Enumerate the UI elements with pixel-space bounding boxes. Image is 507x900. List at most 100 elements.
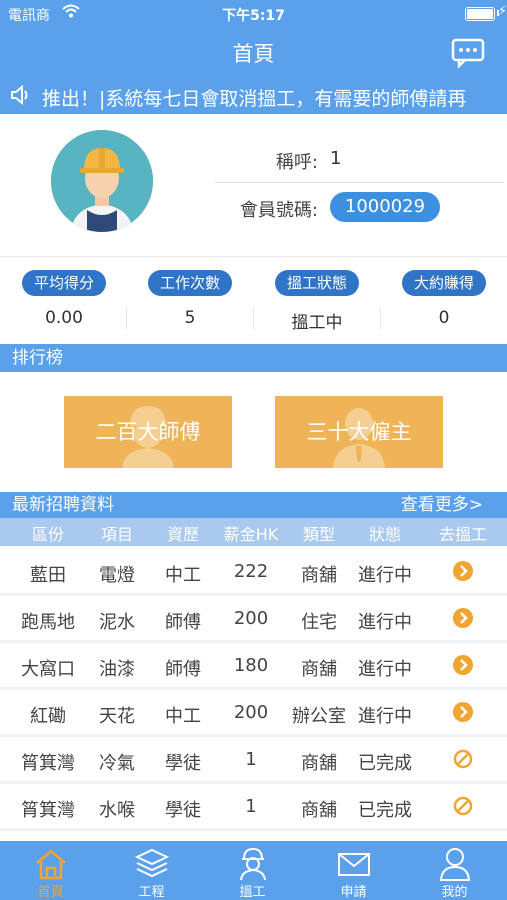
stat-value: 0 — [438, 308, 450, 328]
message-icon[interactable] — [451, 38, 485, 68]
cell-type: 商舖 — [301, 800, 337, 821]
cell-area: 大窩口 — [21, 659, 75, 680]
cell-item: 泥水 — [99, 612, 135, 633]
cell-status: 已完成 — [358, 753, 412, 774]
nav-bar: 首頁 — [0, 28, 507, 76]
tab-find-job[interactable]: 搵工 — [202, 841, 303, 900]
cell-salary: 200 — [233, 608, 269, 629]
cell-level: 中工 — [165, 565, 201, 586]
speaker-icon — [11, 85, 28, 105]
cell-status: 進行中 — [358, 659, 412, 680]
cell-type: 商舖 — [301, 753, 337, 774]
top-workers-button[interactable]: 二百大師傅 — [64, 396, 232, 468]
mail-icon — [338, 853, 370, 876]
stat-label: 大約賺得 — [401, 270, 486, 296]
top-employers-button[interactable]: 三十大僱主 — [275, 396, 443, 468]
cell-area: 藍田 — [30, 565, 66, 586]
closed-icon — [453, 796, 473, 816]
cell-salary: 222 — [233, 561, 269, 582]
member-number-badge: 1000029 — [330, 192, 440, 222]
cell-salary: 1 — [245, 749, 257, 770]
avatar[interactable] — [51, 130, 153, 232]
cell-item: 油漆 — [99, 659, 135, 680]
closed-icon — [453, 749, 473, 769]
jobs-title: 最新招聘資料 — [12, 495, 114, 515]
table-row[interactable]: 跑馬地 泥水 師傅 200 住宅 進行中 — [0, 596, 507, 643]
column-header-area: 區份 — [31, 525, 64, 544]
cell-area: 紅磡 — [30, 706, 66, 727]
tab-label: 申請 — [340, 885, 367, 900]
view-more-link[interactable]: 查看更多> — [401, 492, 483, 518]
cell-area: 筲箕灣 — [21, 800, 75, 821]
name-value: 1 — [330, 148, 342, 169]
go-arrow-icon[interactable] — [453, 655, 473, 675]
stat-average-score: 平均得分 0.00 — [1, 270, 127, 328]
divider — [214, 182, 504, 183]
cell-level: 中工 — [165, 706, 201, 727]
cell-type: 辦公室 — [292, 706, 346, 727]
worker-avatar-icon — [51, 130, 153, 232]
cell-status: 進行中 — [358, 706, 412, 727]
tab-label: 我的 — [441, 885, 468, 900]
charging-icon: ⚡ — [497, 4, 507, 19]
table-row[interactable]: 筲箕灣 冷氣 學徒 1 商舖 已完成 — [0, 737, 507, 784]
battery-icon — [465, 7, 495, 21]
ranking-title: 排行榜 — [12, 348, 63, 368]
tab-projects[interactable]: 工程 — [101, 841, 202, 900]
tab-home[interactable]: 首頁 — [0, 841, 101, 900]
go-arrow-icon[interactable] — [453, 561, 473, 581]
jobs-table-header: 區份 項目 資歷 薪金HK 類型 狀態 去搵工 — [0, 518, 507, 546]
home-icon — [36, 849, 66, 880]
notice-text: 推出！|系統每七日會取消搵工，有需要的師傅請再 — [42, 88, 467, 110]
user-icon — [439, 848, 471, 881]
column-header-level: 資歷 — [166, 525, 199, 544]
cell-salary: 1 — [245, 796, 257, 817]
cell-item: 冷氣 — [99, 753, 135, 774]
cell-area: 跑馬地 — [21, 612, 75, 633]
table-row[interactable]: 藍田 電燈 中工 222 商舖 進行中 — [0, 549, 507, 596]
stat-job-status: 搵工狀態 搵工中 — [254, 270, 380, 333]
top-employers-label: 三十大僱主 — [306, 420, 412, 444]
clock: 下午5:17 — [222, 8, 285, 24]
stats-panel: 平均得分 0.00 工作次數 5 搵工狀態 搵工中 大約賺得 0 — [0, 262, 507, 342]
ranking-header: 排行榜 — [0, 344, 507, 372]
cell-salary: 200 — [233, 702, 269, 723]
member-number-label: 會員號碼: — [239, 200, 318, 221]
cell-level: 師傅 — [165, 612, 201, 633]
cell-status: 已完成 — [358, 800, 412, 821]
go-arrow-icon[interactable] — [453, 608, 473, 628]
column-header-status: 狀態 — [368, 525, 401, 544]
cell-type: 商舖 — [301, 565, 337, 586]
status-bar: 電訊商 下午5:17 ⚡ — [0, 0, 507, 28]
cell-level: 學徒 — [165, 800, 201, 821]
cell-salary: 180 — [233, 655, 269, 676]
worker-icon — [240, 847, 266, 881]
cell-item: 水喉 — [99, 800, 135, 821]
tab-label: 工程 — [138, 885, 165, 900]
table-row[interactable]: 筲箕灣 水喉 學徒 1 商舖 已完成 — [0, 784, 507, 831]
profile-card: 稱呼: 1 會員號碼: 1000029 — [0, 114, 507, 257]
name-label: 稱呼: — [275, 152, 318, 173]
stat-value: 0.00 — [45, 308, 83, 328]
stat-label: 平均得分 — [21, 270, 106, 296]
column-header-type: 類型 — [302, 525, 335, 544]
tab-label: 首頁 — [37, 885, 64, 900]
go-arrow-icon[interactable] — [453, 702, 473, 722]
tab-bar: 首頁 工程 搵工 申請 我的 — [0, 841, 507, 900]
cell-item: 電燈 — [99, 565, 135, 586]
cell-type: 商舖 — [301, 659, 337, 680]
stat-label: 工作次數 — [147, 270, 232, 296]
tab-profile[interactable]: 我的 — [404, 841, 505, 900]
column-header-salary: 薪金HK — [223, 525, 279, 544]
tab-apply[interactable]: 申請 — [303, 841, 404, 900]
page-title: 首頁 — [232, 42, 275, 66]
table-row[interactable]: 大窩口 油漆 師傅 180 商舖 進行中 — [0, 643, 507, 690]
stat-value: 5 — [184, 308, 196, 328]
cell-status: 進行中 — [358, 565, 412, 586]
column-header-action: 去搵工 — [438, 525, 487, 544]
stat-earnings: 大約賺得 0 — [381, 270, 507, 328]
cell-level: 學徒 — [165, 753, 201, 774]
notice-marquee[interactable]: 推出！|系統每七日會取消搵工，有需要的師傅請再 — [0, 76, 507, 114]
jobs-header: 最新招聘資料 查看更多> — [0, 492, 507, 518]
table-row[interactable]: 紅磡 天花 中工 200 辦公室 進行中 — [0, 690, 507, 737]
